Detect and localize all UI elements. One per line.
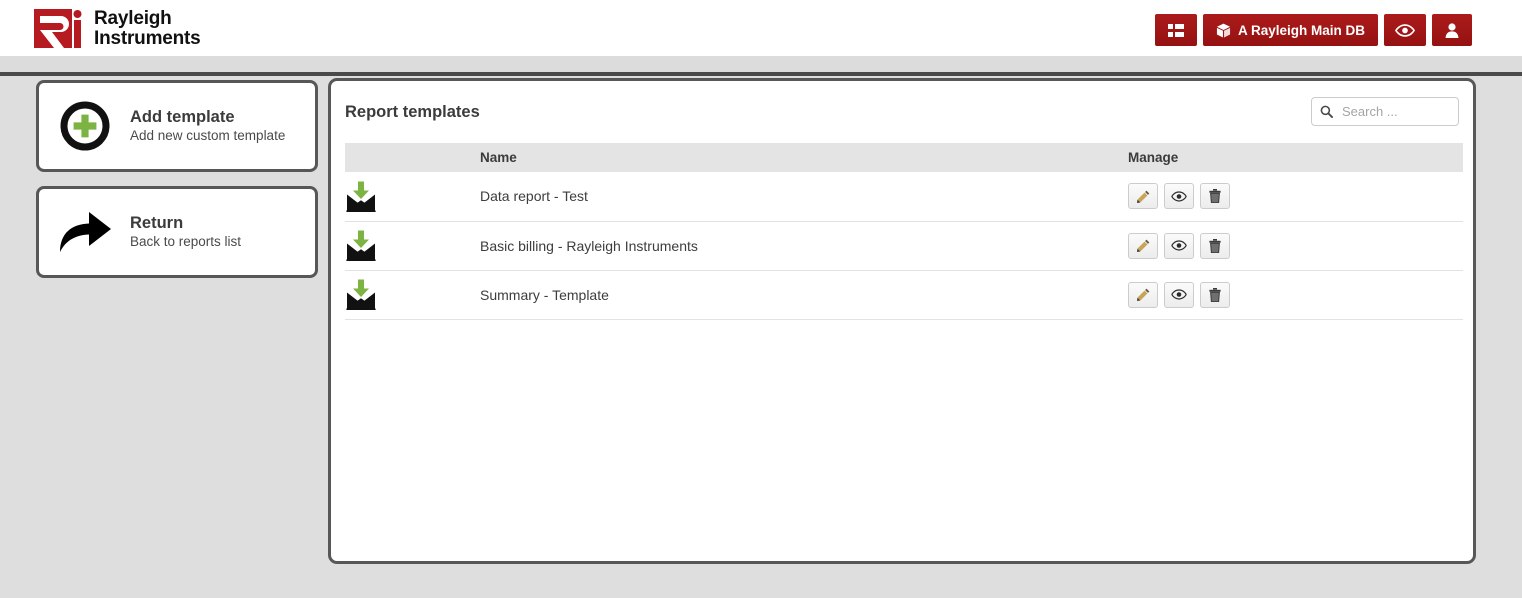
search-box[interactable] [1311, 97, 1459, 126]
list-button[interactable] [1154, 14, 1197, 46]
sidebar: Add template Add new custom template Ret… [36, 80, 318, 292]
eye-icon [1395, 23, 1415, 37]
preview-button[interactable] [1384, 14, 1426, 46]
edit-button[interactable] [1128, 183, 1158, 210]
brand-line-2: Instruments [94, 28, 201, 49]
row-actions-cell [1128, 270, 1463, 320]
report-templates-table: Name Manage Data report - Test Basic bil… [345, 143, 1463, 320]
pencil-icon [1136, 239, 1150, 252]
table-head: Name Manage [345, 143, 1463, 172]
add-template-text: Add template Add new custom template [130, 107, 285, 146]
add-template-title: Add template [130, 107, 235, 126]
edit-button[interactable] [1128, 232, 1158, 259]
add-template-subtitle: Add new custom template [130, 128, 286, 144]
row-actions-cell [1128, 172, 1463, 222]
pencil-icon [1136, 190, 1150, 203]
delete-button[interactable] [1200, 281, 1230, 308]
table-row[interactable]: Data report - Test [345, 172, 1463, 222]
delete-button[interactable] [1200, 232, 1230, 259]
row-icon-cell [345, 172, 480, 222]
edit-button[interactable] [1128, 281, 1158, 308]
manage-buttons [1128, 232, 1463, 259]
account-button[interactable] [1432, 14, 1472, 46]
panel-header: Report templates [331, 81, 1473, 143]
view-button[interactable] [1164, 232, 1194, 259]
return-text: Return Back to reports list [130, 213, 241, 252]
view-button[interactable] [1164, 281, 1194, 308]
curved-arrow-right-icon [54, 207, 116, 257]
template-name: Data report - Test [480, 172, 1128, 222]
cube-icon [1216, 23, 1231, 38]
return-title: Return [130, 213, 184, 232]
add-template-card[interactable]: Add template Add new custom template [36, 80, 318, 172]
list-icon [1167, 23, 1184, 37]
header-dark-rule [0, 72, 1522, 76]
pencil-icon [1136, 288, 1150, 301]
row-icon-cell [345, 221, 480, 271]
column-header-icon [345, 143, 480, 172]
eye-icon [1171, 240, 1187, 251]
brand-line-1: Rayleigh [94, 8, 172, 29]
return-subtitle: Back to reports list [130, 234, 242, 250]
rayleigh-logo-icon [34, 9, 84, 48]
report-templates-panel: Report templates Name Manage [328, 78, 1476, 564]
plus-circle-icon [54, 100, 116, 152]
brand-name: Rayleigh Instruments [94, 9, 201, 48]
table-row[interactable]: Basic billing - Rayleigh Instruments [345, 221, 1463, 271]
header-button-group: A Rayleigh Main DB [1154, 14, 1472, 46]
row-actions-cell [1128, 221, 1463, 271]
eye-icon [1171, 289, 1187, 300]
eye-icon [1171, 191, 1187, 202]
table-row[interactable]: Summary - Template [345, 270, 1463, 320]
database-button-label: A Rayleigh Main DB [1237, 22, 1365, 38]
header-gray-strip [0, 56, 1522, 72]
template-name: Summary - Template [480, 270, 1128, 320]
manage-buttons [1128, 281, 1463, 308]
manage-buttons [1128, 183, 1463, 210]
user-icon [1445, 22, 1459, 38]
template-name: Basic billing - Rayleigh Instruments [480, 221, 1128, 271]
trash-icon [1209, 287, 1221, 302]
page-title: Report templates [345, 103, 480, 121]
table-header-row: Name Manage [345, 143, 1463, 172]
search-icon [1320, 105, 1333, 118]
table-body: Data report - Test Basic billing - Rayle… [345, 172, 1463, 320]
top-header-bar: Rayleigh Instruments A Rayleigh Main DB [0, 0, 1522, 56]
envelope-upload-icon [345, 279, 377, 310]
envelope-upload-icon [345, 230, 377, 261]
database-button[interactable]: A Rayleigh Main DB [1202, 14, 1378, 46]
search-input[interactable] [1340, 103, 1450, 120]
delete-button[interactable] [1200, 183, 1230, 210]
return-card[interactable]: Return Back to reports list [36, 186, 318, 278]
column-header-name: Name [480, 143, 1128, 172]
trash-icon [1209, 238, 1221, 253]
column-header-manage: Manage [1128, 143, 1463, 172]
brand-logo[interactable]: Rayleigh Instruments [34, 9, 201, 48]
view-button[interactable] [1164, 183, 1194, 210]
trash-icon [1209, 189, 1221, 204]
row-icon-cell [345, 270, 480, 320]
envelope-upload-icon [345, 181, 377, 212]
